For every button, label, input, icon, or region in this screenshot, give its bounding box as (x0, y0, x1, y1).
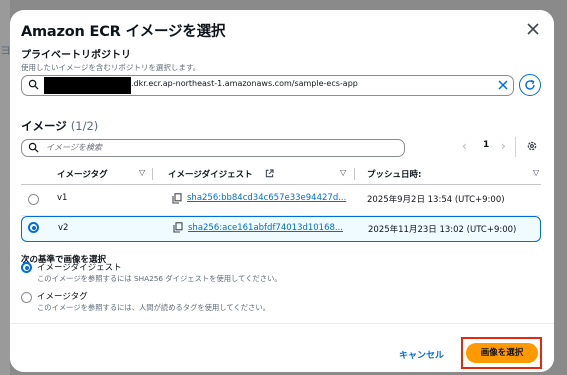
row-tag: v1 (57, 193, 68, 203)
table-row-selected[interactable]: v2 sha256:ace161abfdf74013d10168... 2025… (21, 216, 541, 242)
criteria-radio-tag[interactable] (21, 292, 32, 303)
column-divider (354, 168, 355, 180)
table-row[interactable]: v1 sha256:bb84cd34c657e33e94427d... 2025… (21, 185, 541, 216)
row-tag: v2 (58, 223, 69, 233)
row-radio[interactable] (28, 222, 39, 233)
sort-tag-icon[interactable]: ▽ (139, 168, 145, 177)
sort-pushed-icon[interactable]: ▽ (533, 168, 539, 177)
column-header-pushed[interactable]: プッシュ日時: (367, 168, 421, 180)
select-image-button[interactable]: 画像を選択 (466, 343, 538, 363)
chevron-right-icon[interactable]: › (501, 139, 506, 153)
repository-input[interactable]: .dkr.ecr.ap-northeast-1.amazonaws.com/sa… (21, 75, 514, 96)
page-backdrop: ヨ (0, 0, 11, 375)
ecr-image-select-modal: Amazon ECR イメージを選択 プライベートリポジトリ 使用したいイメージ… (10, 10, 554, 372)
close-icon[interactable] (525, 21, 541, 37)
copy-icon[interactable] (172, 193, 182, 204)
clear-icon[interactable] (497, 79, 509, 91)
table-header: イメージタグ ▽ イメージダイジェスト ▽ プッシュ日時: ▽ (21, 164, 541, 185)
criteria-radio-digest[interactable] (21, 262, 32, 273)
row-digest-link[interactable]: sha256:bb84cd34c657e33e94427d... (187, 193, 346, 203)
chevron-left-icon[interactable]: ‹ (462, 139, 467, 153)
refresh-icon (525, 79, 535, 90)
search-icon (28, 142, 39, 153)
repository-description: 使用したいイメージを含むリポジトリを選択します。 (21, 63, 201, 72)
row-digest-link[interactable]: sha256:ace161abfdf74013d10168... (188, 223, 343, 233)
dialog-title: Amazon ECR イメージを選択 (21, 24, 226, 40)
images-heading: イメージ (1/2) (21, 118, 98, 134)
repository-value: .dkr.ecr.ap-northeast-1.amazonaws.com/sa… (131, 79, 358, 88)
pager-divider (515, 137, 516, 157)
images-count: (1/2) (70, 119, 99, 133)
repository-label: プライベートリポジトリ (21, 50, 131, 61)
criteria-option-description: このイメージを参照するには SHA256 ダイジェストを使用してください。 (37, 274, 282, 283)
sort-digest-icon[interactable]: ▽ (340, 168, 346, 177)
search-icon (28, 79, 39, 90)
gear-icon[interactable] (526, 140, 538, 152)
cancel-button[interactable]: キャンセル (399, 348, 444, 361)
refresh-button[interactable] (519, 74, 541, 96)
copy-icon[interactable] (173, 222, 183, 233)
row-pushed: 2025年9月2日 13:54 (UTC+9:00) (367, 195, 505, 205)
image-search-input[interactable]: イメージを検索 (21, 139, 405, 157)
criteria-option-description: このイメージを参照するには、人間が読めるタグを使用してください。 (37, 303, 270, 312)
search-placeholder: イメージを検索 (46, 143, 102, 152)
column-header-digest[interactable]: イメージダイジェスト (168, 168, 253, 180)
row-radio[interactable] (28, 194, 39, 205)
column-divider (152, 168, 153, 180)
dialog-footer: キャンセル 画像を選択 (10, 323, 554, 372)
criteria-option-label[interactable]: イメージダイジェスト (37, 261, 122, 273)
images-heading-text: イメージ (21, 119, 67, 133)
redacted-account-id (44, 77, 131, 94)
external-link-icon (265, 169, 274, 178)
column-header-tag[interactable]: イメージタグ (57, 168, 108, 180)
page-number[interactable]: 1 (483, 140, 489, 150)
criteria-option-label[interactable]: イメージタグ (37, 290, 88, 302)
row-pushed: 2025年11月23日 13:02 (UTC+9:00) (368, 225, 517, 235)
